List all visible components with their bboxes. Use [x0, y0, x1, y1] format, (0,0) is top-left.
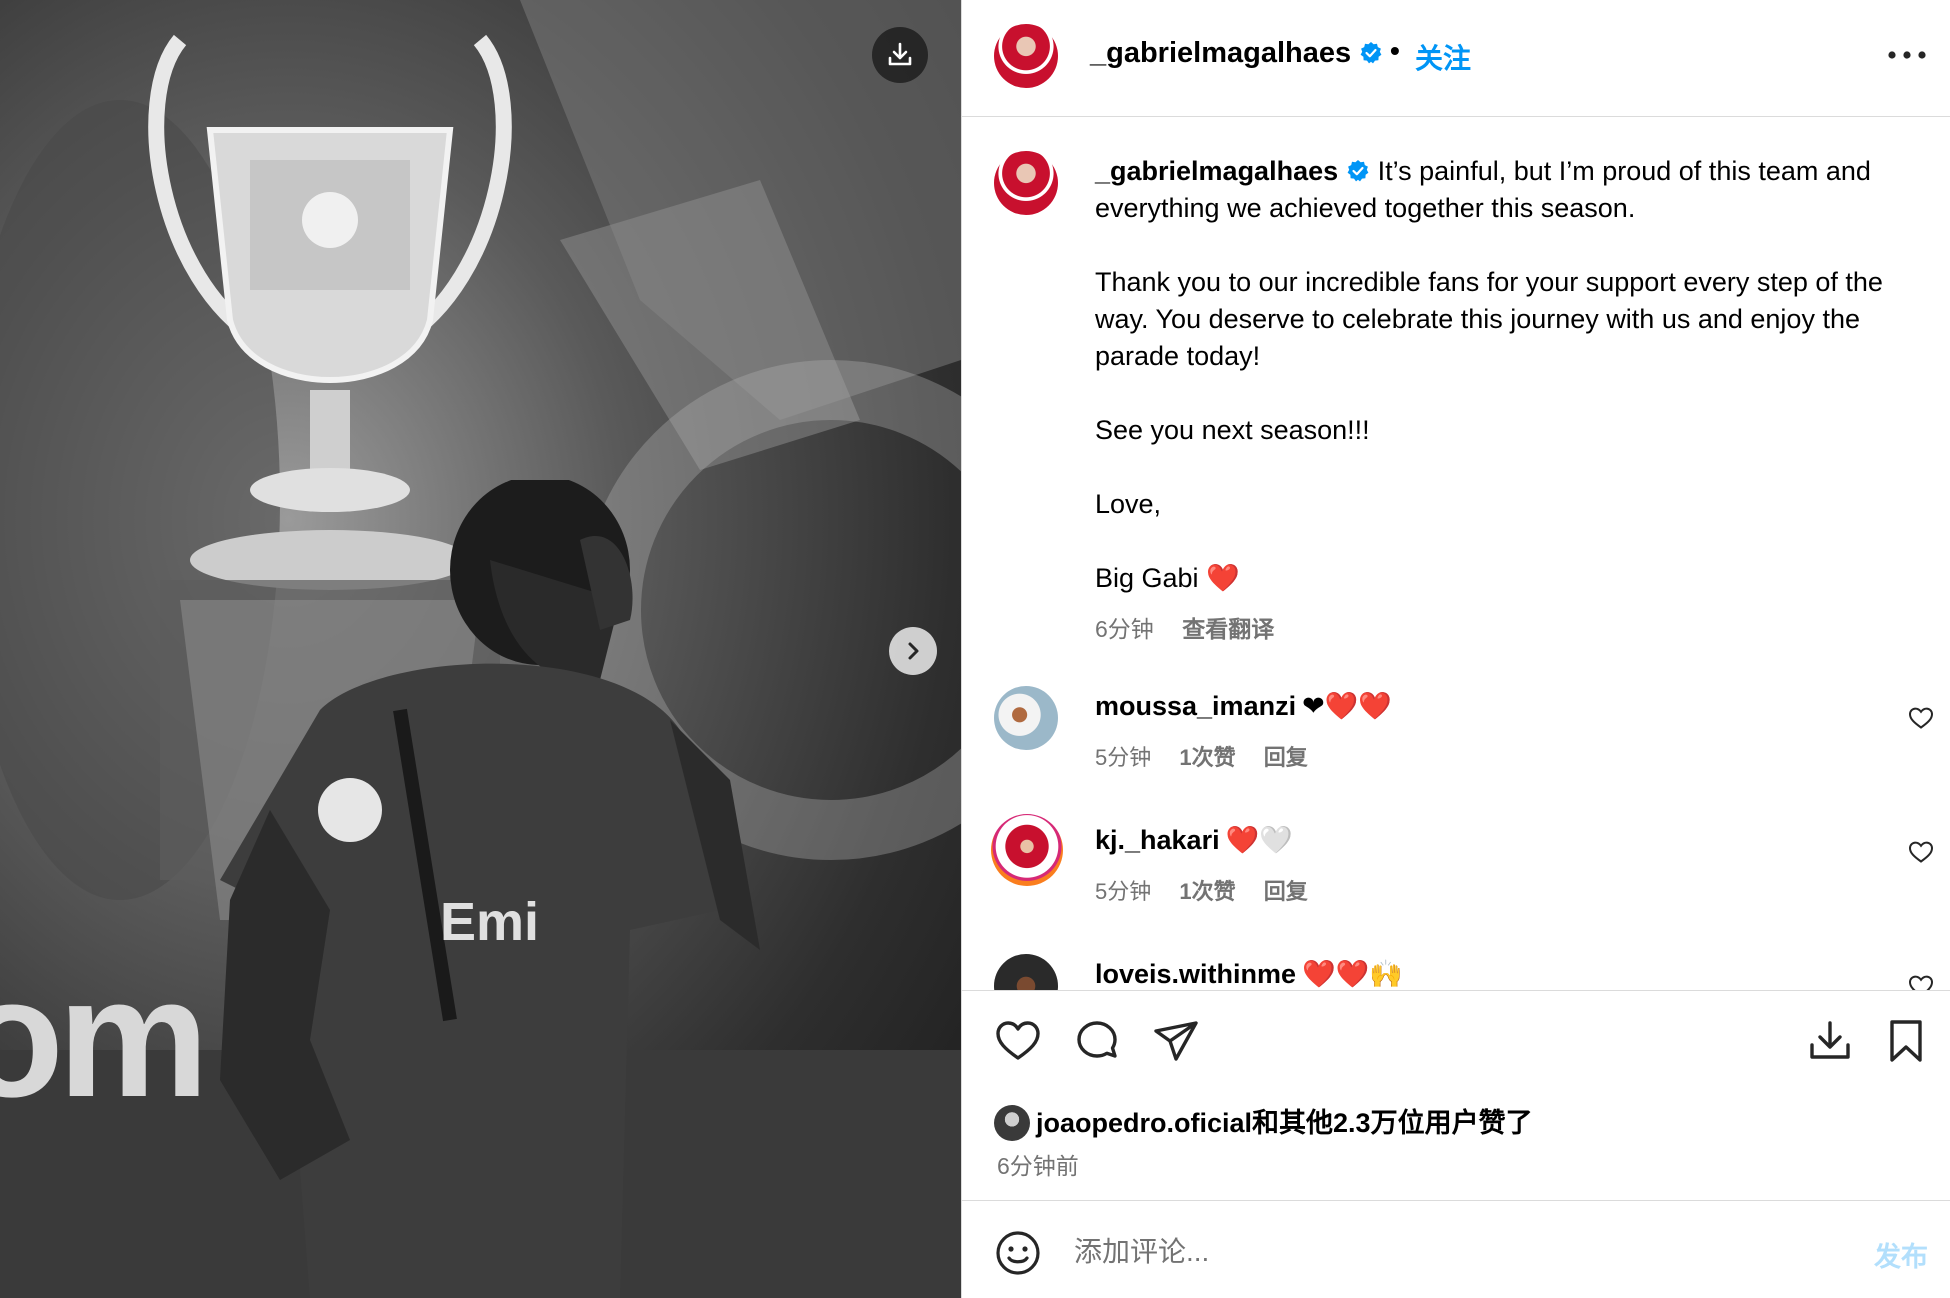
caption-author-avatar[interactable] — [994, 151, 1058, 215]
comment-time: 5分钟 — [1095, 745, 1152, 770]
post-side-panel: _gabrielmagalhaes • 关注 _gabrielmagalhaes… — [961, 0, 1950, 1298]
bookmark-icon[interactable] — [1882, 1017, 1930, 1065]
commenter-avatar[interactable] — [994, 954, 1058, 990]
post-timestamp: 6分钟前 — [997, 1153, 1079, 1179]
comment-meta: 5分钟 1次赞 回复 — [1095, 874, 1330, 906]
comment-body: ❤️🤍 — [1225, 825, 1293, 855]
author-username[interactable]: _gabrielmagalhaes — [1090, 37, 1351, 69]
liker-username[interactable]: joaopedro.oficial — [1036, 1108, 1252, 1138]
comments-list[interactable]: moussa_imanzi ❤❤️❤️ 5分钟 1次赞 回复 kj._hakari… — [962, 660, 1950, 990]
comment-item: moussa_imanzi ❤❤️❤️ 5分钟 1次赞 回复 — [962, 686, 1950, 796]
comment-text: loveis.withinme ❤️❤️🙌 — [1095, 958, 1403, 990]
post-header: _gabrielmagalhaes • 关注 — [962, 0, 1950, 117]
post-actions: joaopedro.oficial和其他2.3万位用户赞了 6分钟前 — [962, 990, 1950, 1200]
caption-time: 6分钟 — [1095, 616, 1154, 642]
comment-time: 5分钟 — [1095, 879, 1152, 904]
comment-bubble-icon[interactable] — [1073, 1017, 1121, 1065]
heart-icon[interactable] — [1908, 840, 1934, 864]
comment-meta: 5分钟 1次赞 回复 — [1095, 740, 1330, 772]
comment-body: ❤❤️❤️ — [1302, 691, 1392, 721]
see-translation-button[interactable]: 查看翻译 — [1182, 616, 1274, 642]
post-comment-button[interactable]: 发布 — [1874, 1235, 1928, 1274]
comment-likes[interactable]: 1次赞 — [1179, 879, 1235, 904]
comment-item: loveis.withinme ❤️❤️🙌 — [962, 954, 1950, 990]
likes-suffix[interactable]: 和其他2.3万位用户赞了 — [1252, 1108, 1533, 1138]
next-photo-button[interactable] — [889, 627, 937, 675]
comment-text: moussa_imanzi ❤❤️❤️ — [1095, 690, 1392, 722]
caption-body: It’s painful, but I’m proud of this team… — [1095, 156, 1883, 593]
caption-meta: 6分钟 查看翻译 — [1095, 610, 1296, 644]
author-username-row[interactable]: _gabrielmagalhaes — [1090, 37, 1383, 70]
commenter-username[interactable]: kj._hakari — [1095, 825, 1220, 855]
add-comment-bar: 发布 — [962, 1200, 1950, 1298]
commenter-username[interactable]: loveis.withinme — [1095, 959, 1296, 989]
author-avatar[interactable] — [994, 24, 1058, 88]
verified-badge-icon — [1347, 160, 1369, 182]
comment-input[interactable] — [1074, 1229, 1774, 1275]
player-graphic: Emi — [220, 480, 760, 1298]
emoji-icon[interactable] — [994, 1229, 1042, 1277]
post-photo[interactable]: om Emi — [0, 0, 961, 1298]
heart-icon[interactable] — [1908, 974, 1934, 990]
likes-summary[interactable]: joaopedro.oficial和其他2.3万位用户赞了 — [994, 1101, 1533, 1141]
follow-button[interactable]: 关注 — [1415, 37, 1471, 77]
download-photo-button[interactable] — [872, 27, 928, 83]
liker-avatar — [994, 1105, 1030, 1141]
header-separator: • — [1390, 35, 1400, 66]
caption-username[interactable]: _gabrielmagalhaes — [1095, 156, 1338, 186]
download-icon[interactable] — [1806, 1017, 1854, 1065]
comment-likes[interactable]: 1次赞 — [1179, 745, 1235, 770]
comment-item: kj._hakari ❤️🤍 5分钟 1次赞 回复 — [962, 814, 1950, 930]
reply-button[interactable]: 回复 — [1264, 879, 1308, 904]
svg-text:Emi: Emi — [440, 892, 539, 952]
commenter-avatar-story-ring[interactable] — [991, 814, 1063, 886]
download-icon — [888, 42, 912, 66]
comment-body: ❤️❤️🙌 — [1302, 959, 1403, 989]
share-send-icon[interactable] — [1152, 1017, 1200, 1065]
advertising-banner: om — [0, 943, 209, 1133]
chevron-right-icon — [908, 642, 919, 660]
reply-button[interactable]: 回复 — [1264, 745, 1308, 770]
commenter-username[interactable]: moussa_imanzi — [1095, 691, 1296, 721]
comment-text: kj._hakari ❤️🤍 — [1095, 824, 1293, 856]
verified-badge-icon — [1360, 42, 1382, 64]
commenter-avatar[interactable] — [994, 686, 1058, 750]
heart-icon[interactable] — [1908, 706, 1934, 730]
caption-text: _gabrielmagalhaes It’s painful, but I’m … — [1095, 153, 1915, 597]
more-options-icon[interactable] — [1882, 40, 1932, 70]
like-heart-icon[interactable] — [994, 1017, 1042, 1065]
